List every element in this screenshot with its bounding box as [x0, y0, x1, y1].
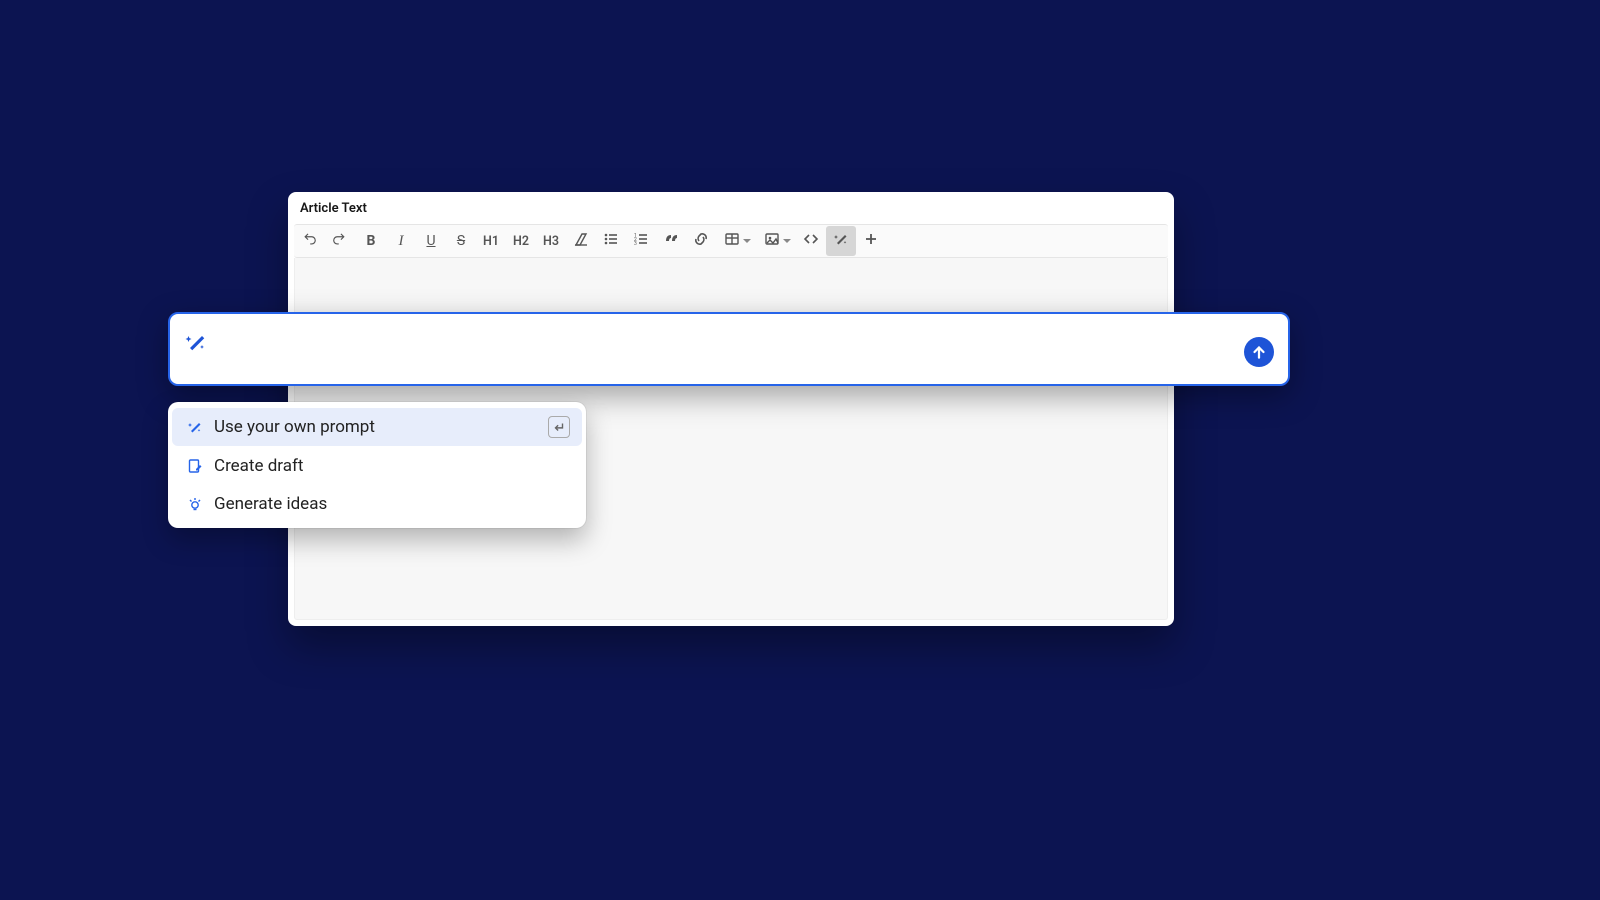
wand-icon: [184, 419, 206, 435]
undo-icon: [303, 231, 319, 251]
underline-icon: U: [426, 233, 435, 249]
window-title: Article Text: [288, 192, 1174, 224]
ai-wand-icon: [833, 231, 849, 251]
bold-icon: B: [367, 233, 376, 249]
ai-wand-icon: [184, 330, 208, 358]
suggestion-item-idea[interactable]: Generate ideas: [172, 486, 582, 522]
bullet-list-icon: [603, 231, 619, 251]
send-button[interactable]: [1244, 337, 1274, 367]
numbered-list-icon[interactable]: [626, 226, 656, 256]
heading3-button[interactable]: H3: [536, 226, 566, 256]
editor-toolbar: B I U S H1H2H3: [294, 224, 1168, 258]
strikethrough-icon[interactable]: S: [446, 226, 476, 256]
plus-icon: [863, 231, 879, 251]
blockquote-icon: [663, 231, 679, 251]
heading2-button[interactable]: H2: [506, 226, 536, 256]
suggestion-item-draft[interactable]: Create draft: [172, 448, 582, 484]
bullet-list-icon[interactable]: [596, 226, 626, 256]
heading1-button[interactable]: H1: [476, 226, 506, 256]
code-icon: [803, 231, 819, 251]
numbered-list-icon: [633, 231, 649, 251]
link-icon: [693, 231, 709, 251]
bold-icon[interactable]: B: [356, 226, 386, 256]
table-icon[interactable]: [716, 226, 756, 256]
redo-icon[interactable]: [326, 226, 356, 256]
redo-icon: [333, 231, 349, 251]
blockquote-icon[interactable]: [656, 226, 686, 256]
link-icon[interactable]: [686, 226, 716, 256]
code-icon[interactable]: [796, 226, 826, 256]
italic-icon[interactable]: I: [386, 226, 416, 256]
table-icon: [724, 231, 740, 251]
suggestion-label: Create draft: [214, 456, 303, 476]
ai-suggestions-menu: Use your own prompt Create draft Generate …: [168, 402, 586, 528]
underline-icon[interactable]: U: [416, 226, 446, 256]
image-icon: [764, 231, 780, 251]
suggestion-label: Generate ideas: [214, 494, 327, 514]
ai-wand-icon[interactable]: [826, 226, 856, 256]
clear-format-icon[interactable]: [566, 226, 596, 256]
plus-icon[interactable]: [856, 226, 886, 256]
image-icon[interactable]: [756, 226, 796, 256]
idea-icon: [184, 496, 206, 512]
clear-format-icon: [573, 231, 589, 251]
suggestion-item-wand[interactable]: Use your own prompt: [172, 408, 582, 446]
draft-icon: [184, 458, 206, 474]
ai-prompt-bar[interactable]: [168, 312, 1290, 386]
italic-icon: I: [399, 233, 404, 250]
strikethrough-icon: S: [457, 233, 465, 249]
suggestion-label: Use your own prompt: [214, 417, 375, 437]
undo-icon[interactable]: [296, 226, 326, 256]
enter-key-hint: [548, 416, 570, 438]
